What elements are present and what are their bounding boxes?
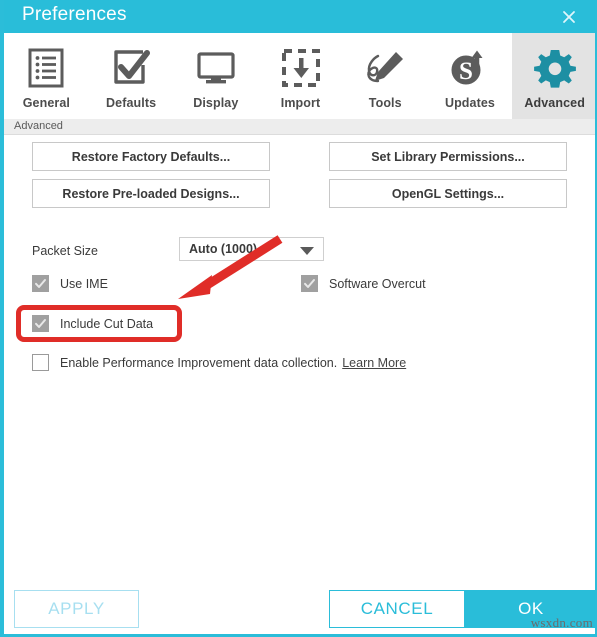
- checkbox-icon: [110, 45, 152, 91]
- tab-general-label: General: [22, 96, 70, 110]
- monitor-icon: [195, 45, 237, 91]
- gear-icon: [533, 45, 576, 91]
- chevron-down-icon: [300, 247, 314, 255]
- tab-general[interactable]: General: [4, 33, 89, 119]
- svg-text:S: S: [459, 58, 473, 85]
- tab-advanced-label: Advanced: [524, 96, 585, 110]
- checkmark-icon: [301, 275, 318, 292]
- import-box-icon: [280, 45, 322, 91]
- tab-strip: General Defaults Display Import Tools S …: [4, 33, 595, 119]
- list-icon: [26, 45, 66, 91]
- section-header: Advanced: [4, 119, 595, 135]
- settings-body: Restore Factory Defaults... Restore Pre-…: [4, 136, 595, 576]
- watermark: wsxdn.com: [530, 615, 593, 630]
- title-bar: Preferences: [4, 0, 595, 33]
- checkmark-icon: [32, 315, 49, 332]
- checkbox-software-overcut-label: Software Overcut: [329, 276, 426, 291]
- close-button[interactable]: [549, 0, 589, 33]
- checkbox-include-cut-data-label: Include Cut Data: [60, 316, 154, 331]
- section-header-label: Advanced: [14, 120, 63, 132]
- page-title: Preferences: [22, 4, 127, 25]
- checkbox-use-ime-label: Use IME: [60, 276, 108, 291]
- learn-more-link[interactable]: Learn More: [342, 356, 406, 370]
- close-icon: [561, 9, 577, 25]
- packet-size-dropdown[interactable]: Auto (1000): [179, 237, 324, 261]
- checkbox-include-cut-data[interactable]: Include Cut Data: [32, 315, 153, 332]
- restore-factory-defaults-button[interactable]: Restore Factory Defaults...: [32, 142, 270, 171]
- checkbox-software-overcut[interactable]: Software Overcut: [301, 275, 426, 292]
- tab-display-label: Display: [193, 96, 239, 110]
- opengl-settings-button[interactable]: OpenGL Settings...: [329, 179, 567, 208]
- set-library-permissions-button[interactable]: Set Library Permissions...: [329, 142, 567, 171]
- tab-defaults[interactable]: Defaults: [88, 33, 174, 119]
- checkbox-enable-performance[interactable]: Enable Performance Improvement data coll…: [32, 354, 406, 371]
- checkbox-enable-performance-label: Enable Performance Improvement data coll…: [60, 355, 338, 370]
- tab-updates[interactable]: S Updates: [427, 33, 513, 119]
- tab-tools-label: Tools: [368, 96, 402, 110]
- tab-import[interactable]: Import: [258, 33, 343, 119]
- checkmark-icon: [32, 275, 49, 292]
- apply-button[interactable]: APPLY: [14, 590, 139, 628]
- cancel-button[interactable]: CANCEL: [329, 590, 465, 628]
- empty-checkbox-icon: [32, 354, 49, 371]
- update-s-icon: S: [447, 45, 493, 91]
- dialog-footer: APPLY CANCEL OK: [4, 576, 595, 634]
- tab-tools[interactable]: Tools: [342, 33, 428, 119]
- restore-preloaded-designs-button[interactable]: Restore Pre-loaded Designs...: [32, 179, 270, 208]
- packet-size-label: Packet Size: [32, 244, 99, 258]
- checkbox-use-ime[interactable]: Use IME: [32, 275, 108, 292]
- tab-display[interactable]: Display: [173, 33, 259, 119]
- tab-defaults-label: Defaults: [106, 96, 157, 110]
- tab-import-label: Import: [280, 96, 321, 110]
- preferences-dialog: Preferences General Defaults Display Imp…: [0, 0, 597, 637]
- pencil-icon: [362, 45, 408, 91]
- tab-updates-label: Updates: [444, 96, 495, 110]
- tab-advanced[interactable]: Advanced: [512, 33, 595, 119]
- packet-size-value: Auto (1000): [189, 242, 258, 256]
